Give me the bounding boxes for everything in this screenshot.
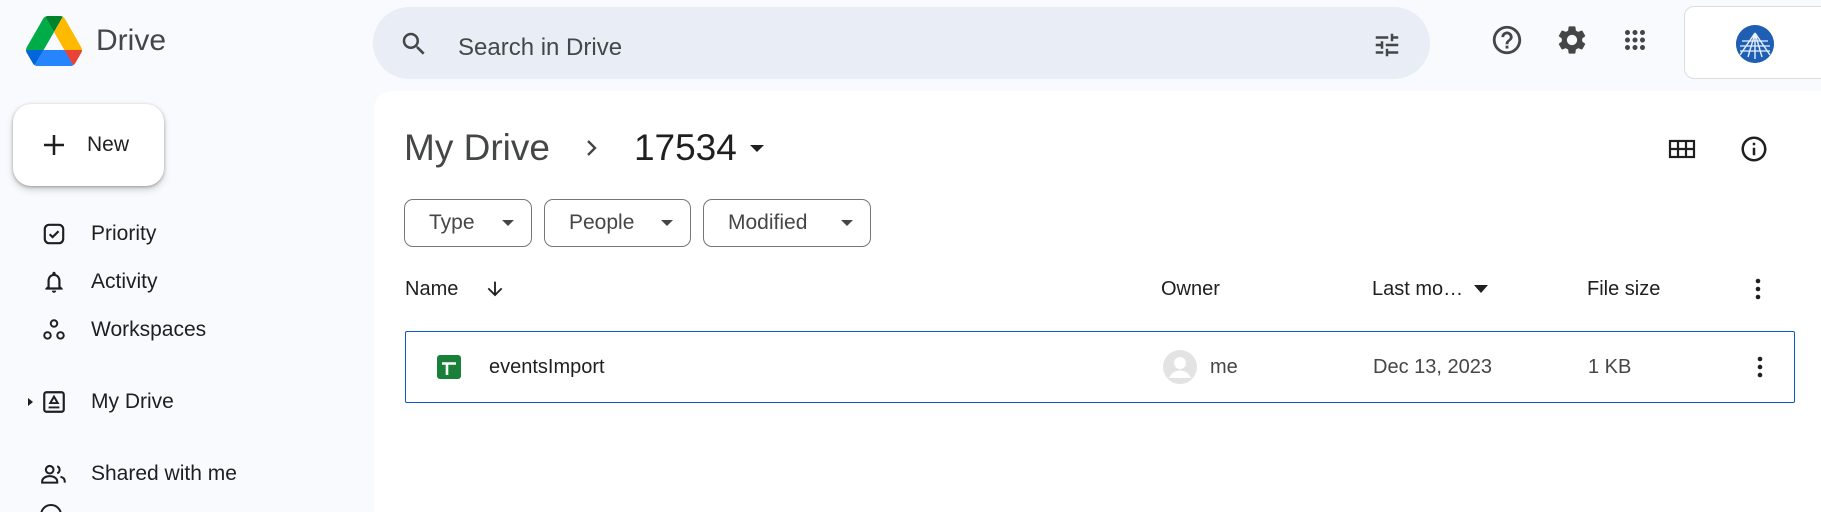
organization-logo-icon [1736, 25, 1774, 63]
sort-arrow-down-icon[interactable] [484, 277, 506, 301]
file-type-icon-cell [436, 332, 462, 402]
help-button[interactable] [1487, 20, 1527, 60]
file-name[interactable]: eventsImport [489, 332, 605, 402]
owner-cell: me [1162, 332, 1238, 402]
search-options-icon[interactable] [1372, 30, 1402, 60]
info-icon [1741, 136, 1767, 162]
sidebar-item-label: Priority [91, 222, 157, 245]
modified-filter-chip[interactable]: Modified [703, 199, 871, 247]
chip-label: Modified [728, 211, 808, 234]
column-header-label: File size [1587, 277, 1661, 300]
chip-label: People [569, 211, 635, 234]
grid-view-button[interactable] [1660, 127, 1704, 171]
help-icon [1492, 25, 1522, 55]
drive-logo-text: Drive [96, 24, 167, 57]
search-bar[interactable]: Search in Drive [373, 7, 1430, 79]
search-input[interactable]: Search in Drive [458, 34, 622, 62]
expand-caret-icon[interactable] [25, 396, 35, 408]
owner-name: me [1210, 355, 1238, 378]
drive-logo-icon [26, 16, 82, 66]
column-header-file-size[interactable]: File size [1587, 269, 1660, 309]
workspaces-icon [40, 316, 68, 344]
dropdown-arrow-icon [841, 220, 853, 226]
sidebar-item-label: My Drive [91, 390, 174, 413]
row-more-actions-button[interactable] [1746, 332, 1774, 402]
sidebar-item-shared-with-me[interactable]: Shared with me [0, 452, 370, 496]
settings-icon [1558, 26, 1586, 54]
apps-button[interactable] [1615, 20, 1655, 60]
column-header-label: Last mo… [1372, 277, 1464, 300]
column-header-label: Name [405, 277, 459, 300]
column-header-label: Owner [1161, 277, 1220, 300]
grid-view-icon [1668, 139, 1696, 159]
sheets-icon [437, 355, 461, 379]
people-filter-chip[interactable]: People [544, 199, 691, 247]
folder-menu-dropdown-icon[interactable] [747, 138, 767, 158]
dropdown-arrow-icon [502, 220, 514, 226]
new-button[interactable]: New [13, 104, 164, 186]
breadcrumb: My Drive 17534 [404, 123, 767, 173]
sidebar-item-workspaces[interactable]: Workspaces [0, 308, 370, 352]
table-row[interactable]: eventsImport me Dec 13, 2023 1 KB [405, 331, 1795, 403]
avatar[interactable] [1736, 25, 1774, 63]
drive-logo[interactable]: Drive [26, 16, 166, 66]
sidebar-item-priority[interactable]: Priority [0, 212, 370, 256]
my-drive-icon [40, 388, 68, 416]
sidebar-item-label: Activity [91, 270, 158, 293]
bell-icon [40, 268, 68, 296]
breadcrumb-root[interactable]: My Drive [404, 127, 550, 169]
chip-label: Type [429, 211, 475, 234]
sidebar-item-activity[interactable]: Activity [0, 260, 370, 304]
last-modified-cell: Dec 13, 2023 [1373, 355, 1492, 378]
settings-button[interactable] [1552, 20, 1592, 60]
type-filter-chip[interactable]: Type [404, 199, 532, 247]
new-button-label: New [87, 133, 130, 156]
partially-hidden-nav-icon [40, 504, 62, 512]
file-size-cell: 1 KB [1588, 355, 1632, 378]
column-options-button[interactable] [1744, 269, 1772, 309]
apps-icon [1625, 30, 1645, 50]
owner-avatar-icon [1163, 350, 1197, 384]
column-header-last-modified[interactable]: Last mo… [1372, 269, 1489, 309]
plus-icon [44, 135, 64, 155]
chevron-right-icon [587, 140, 597, 156]
sort-dropdown-icon[interactable] [1473, 283, 1489, 295]
account-switcher[interactable] [1684, 6, 1821, 79]
search-icon[interactable] [399, 29, 429, 59]
column-header-owner[interactable]: Owner [1161, 269, 1220, 309]
details-button[interactable] [1732, 127, 1776, 171]
more-vert-icon [1755, 278, 1761, 300]
shared-icon [40, 460, 68, 488]
main-panel: My Drive 17534 Type People Modified Name… [374, 91, 1821, 512]
sidebar-item-label: Workspaces [91, 318, 207, 341]
dropdown-arrow-icon [661, 220, 673, 226]
breadcrumb-current-folder[interactable]: 17534 [634, 127, 737, 169]
sidebar-item-my-drive[interactable]: My Drive [0, 380, 370, 424]
sidebar-item-label: Shared with me [91, 462, 237, 485]
priority-icon [40, 220, 68, 248]
more-vert-icon [1757, 356, 1763, 378]
column-header-name[interactable]: Name [405, 269, 506, 309]
